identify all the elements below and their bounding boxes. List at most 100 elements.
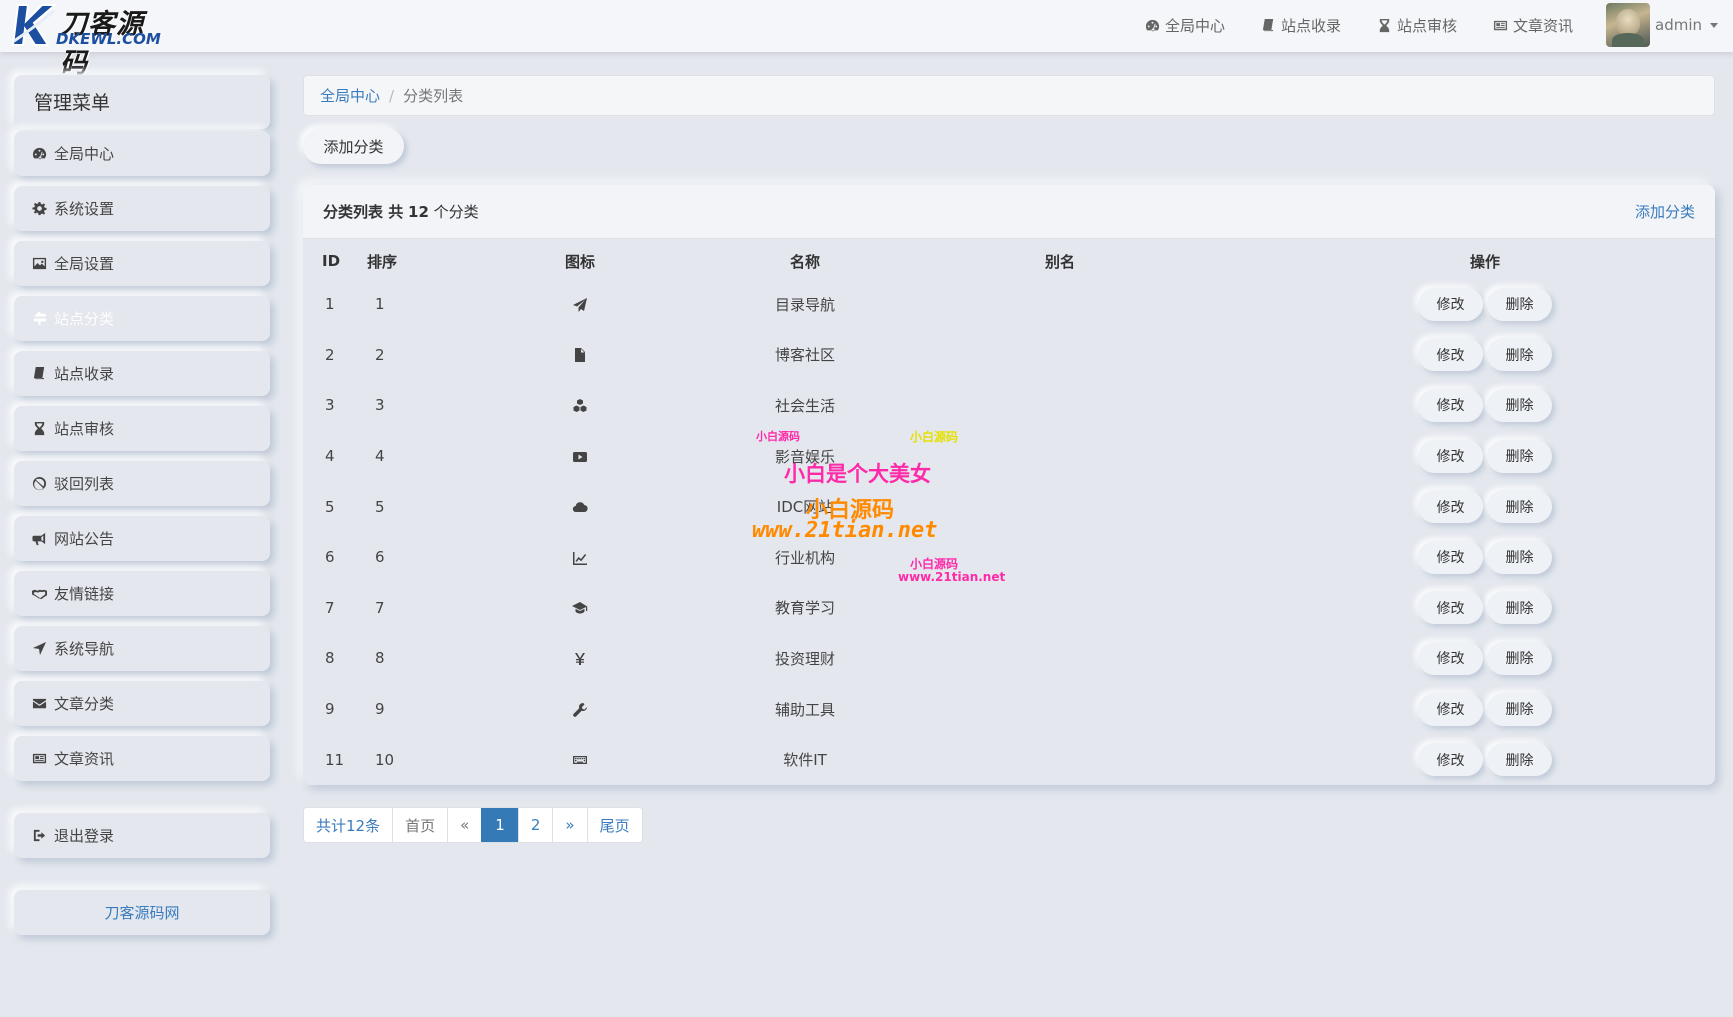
- hourglass-icon: [32, 421, 47, 436]
- book-icon: [1261, 18, 1276, 33]
- logout-label: 退出登录: [54, 827, 115, 845]
- top-nav-dashboard[interactable]: 全局中心: [1145, 15, 1225, 36]
- breadcrumb-current: 分类列表: [403, 87, 464, 105]
- category-count: 12: [408, 203, 429, 221]
- sidebar-item-label: 文章分类: [54, 695, 115, 713]
- pagination-first[interactable]: 首页: [392, 808, 448, 842]
- table-row: 3 3 社会生活 修改 删除: [303, 380, 1715, 431]
- delete-button[interactable]: 删除: [1487, 591, 1552, 625]
- add-category-label: 添加分类: [323, 137, 384, 156]
- cell-name: 博客社区: [774, 346, 835, 365]
- edit-button[interactable]: 修改: [1418, 591, 1483, 625]
- sidebar-item-label: 驳回列表: [54, 475, 115, 493]
- delete-button[interactable]: 删除: [1487, 540, 1552, 574]
- cell-alias: [925, 431, 1195, 482]
- cell-sort: 6: [375, 548, 385, 567]
- gear-icon: [32, 201, 47, 216]
- top-nav-site-collect[interactable]: 站点收录: [1261, 15, 1341, 36]
- hourglass-icon: [1377, 18, 1392, 33]
- logout-button[interactable]: 退出登录: [14, 813, 270, 858]
- edit-button[interactable]: 修改: [1418, 388, 1483, 422]
- site-home-link[interactable]: 刀客源码网: [14, 890, 270, 935]
- edit-button[interactable]: 修改: [1418, 439, 1483, 473]
- sidebar-item-label: 全局设置: [54, 255, 115, 273]
- pagination-page-2[interactable]: 2: [517, 808, 553, 842]
- pagination-prev[interactable]: «: [447, 808, 482, 842]
- cell-alias: [925, 734, 1195, 785]
- delete-button[interactable]: 删除: [1487, 287, 1552, 321]
- cell-alias: [925, 684, 1195, 735]
- sidebar-item-announcement[interactable]: 网站公告: [14, 516, 270, 561]
- signpost-icon: [32, 311, 47, 326]
- sidebar-item-label: 文章资讯: [54, 750, 115, 768]
- pagination: 共计12条 首页 « 1 2 » 尾页: [303, 807, 643, 843]
- delete-button[interactable]: 删除: [1487, 743, 1552, 777]
- sidebar-title: 管理菜单: [34, 91, 111, 114]
- edit-button[interactable]: 修改: [1418, 641, 1483, 675]
- dashboard-icon: [1145, 18, 1160, 33]
- edit-button[interactable]: 修改: [1418, 490, 1483, 524]
- pagination-last[interactable]: 尾页: [586, 808, 642, 842]
- sidebar-item-label: 网站公告: [54, 530, 115, 548]
- cell-id: 7: [325, 598, 335, 617]
- sidebar-item-dashboard[interactable]: 全局中心: [14, 131, 270, 176]
- sidebar-item-site-category[interactable]: 站点分类: [14, 296, 270, 341]
- cell-alias: [925, 330, 1195, 381]
- panel-title-prefix: 分类列表 共: [323, 203, 404, 221]
- cell-sort: 4: [375, 447, 385, 466]
- sidebar-item-articles[interactable]: 文章资讯: [14, 736, 270, 781]
- cell-alias: [925, 633, 1195, 684]
- pagination-page-1[interactable]: 1: [481, 808, 518, 842]
- panel-add-category-link[interactable]: 添加分类: [1635, 201, 1695, 222]
- sidebar-item-system-settings[interactable]: 系统设置: [14, 186, 270, 231]
- sidebar-item-site-review[interactable]: 站点审核: [14, 406, 270, 451]
- delete-button[interactable]: 删除: [1487, 490, 1552, 524]
- site-link-label: 刀客源码网: [104, 904, 180, 922]
- cell-id: 3: [325, 396, 335, 415]
- sidebar-item-article-category[interactable]: 文章分类: [14, 681, 270, 726]
- delete-button[interactable]: 删除: [1487, 439, 1552, 473]
- wrench-icon: [572, 702, 588, 718]
- add-category-button[interactable]: 添加分类: [303, 128, 404, 164]
- cell-id: 9: [325, 700, 335, 719]
- cell-sort: 3: [375, 396, 385, 415]
- ban-icon: [32, 476, 47, 491]
- bullhorn-icon: [32, 531, 47, 546]
- edit-button[interactable]: 修改: [1418, 287, 1483, 321]
- edit-button[interactable]: 修改: [1418, 338, 1483, 372]
- edit-button[interactable]: 修改: [1418, 540, 1483, 574]
- cell-sort: 8: [375, 649, 385, 668]
- caret-down-icon: [1710, 22, 1718, 28]
- delete-button[interactable]: 删除: [1487, 388, 1552, 422]
- sidebar-item-label: 站点收录: [54, 365, 115, 383]
- col-op-header: 操作: [1469, 252, 1500, 271]
- pagination-next[interactable]: »: [552, 808, 587, 842]
- delete-button[interactable]: 删除: [1487, 338, 1552, 372]
- user-menu[interactable]: admin: [1606, 3, 1718, 47]
- edit-button[interactable]: 修改: [1418, 743, 1483, 777]
- sidebar-item-site-collect[interactable]: 站点收录: [14, 351, 270, 396]
- delete-button[interactable]: 删除: [1487, 641, 1552, 675]
- envelope-icon: [32, 696, 47, 711]
- keyboard-icon: [572, 752, 588, 768]
- delete-button[interactable]: 删除: [1487, 692, 1552, 726]
- cell-id: 2: [325, 345, 335, 364]
- top-nav-articles[interactable]: 文章资讯: [1493, 15, 1573, 36]
- cell-sort: 9: [375, 700, 385, 719]
- cell-sort: 2: [375, 345, 385, 364]
- sidebar-item-friend-links[interactable]: 友情链接: [14, 571, 270, 616]
- edit-button[interactable]: 修改: [1418, 692, 1483, 726]
- col-name-header: 名称: [789, 252, 820, 271]
- sidebar-item-rejected[interactable]: 驳回列表: [14, 461, 270, 506]
- sidebar-item-global-settings[interactable]: 全局设置: [14, 241, 270, 286]
- breadcrumb-home-link[interactable]: 全局中心: [320, 85, 380, 106]
- cell-alias: [925, 532, 1195, 583]
- avatar[interactable]: [1606, 3, 1650, 47]
- site-logo[interactable]: 刀客源码 DKEWL.COM: [12, 0, 162, 79]
- cell-name: 辅助工具: [774, 700, 835, 719]
- top-nav-site-review[interactable]: 站点审核: [1377, 15, 1457, 36]
- cell-id: 11: [325, 750, 345, 769]
- top-bar: 刀客源码 DKEWL.COM 全局中心 站点收录 站点审核 文章资讯 admin: [0, 0, 1733, 79]
- cell-id: 5: [325, 497, 335, 516]
- sidebar-item-system-nav[interactable]: 系统导航: [14, 626, 270, 671]
